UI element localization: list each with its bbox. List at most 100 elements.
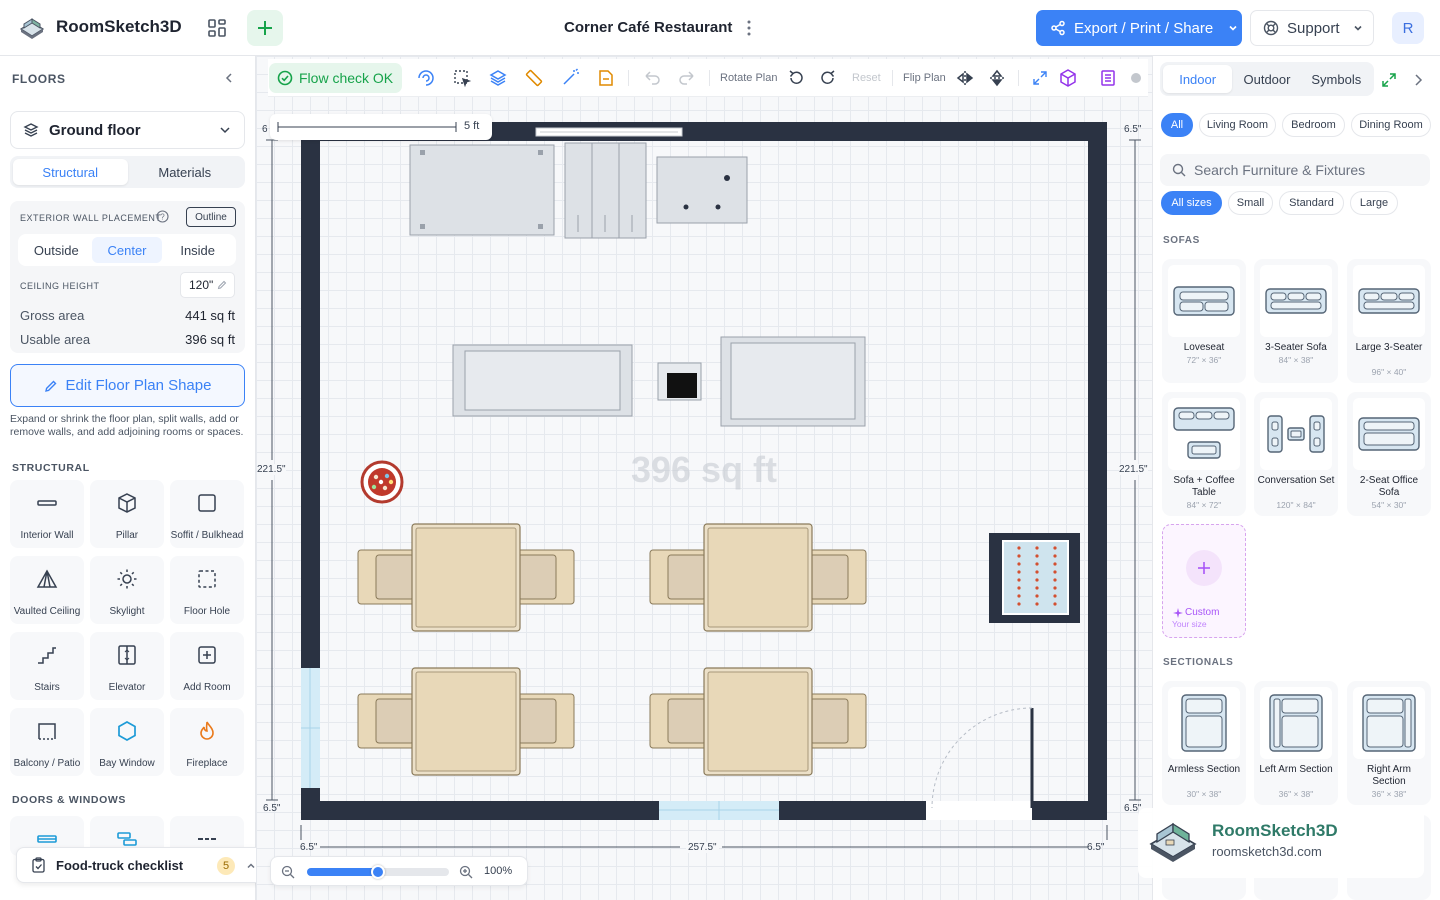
- document-title[interactable]: Corner Café Restaurant: [564, 19, 732, 36]
- redo-icon[interactable]: [677, 68, 697, 88]
- undo-icon[interactable]: [642, 68, 662, 88]
- clipboard-icon: [32, 857, 45, 873]
- room-chip-living[interactable]: Living Room: [1199, 113, 1276, 137]
- layers-toggle-icon[interactable]: [488, 68, 508, 88]
- info-icon[interactable]: ?: [156, 210, 169, 223]
- app-name: RoomSketch3D: [56, 17, 182, 36]
- more-options-icon[interactable]: [743, 18, 755, 38]
- reset-button[interactable]: Reset: [852, 72, 881, 84]
- tool-stairs[interactable]: Stairs: [10, 632, 84, 700]
- floor-plan-drawing[interactable]: 396 sq ft: [256, 56, 1152, 900]
- tool-skylight[interactable]: Skylight: [90, 556, 164, 624]
- tool-interior-wall[interactable]: Interior Wall: [10, 480, 84, 548]
- tool-pillar[interactable]: Pillar: [90, 480, 164, 548]
- collapse-panel-icon[interactable]: [222, 71, 236, 85]
- export-print-share-button[interactable]: Export / Print / Share: [1036, 10, 1242, 46]
- furniture-card-loveseat[interactable]: Loveseat 72" × 36": [1162, 259, 1246, 383]
- view-3d-icon[interactable]: [1058, 68, 1078, 88]
- size-chip-standard[interactable]: Standard: [1279, 191, 1344, 215]
- status-dot: [1131, 73, 1141, 83]
- furniture-card-right-arm-section[interactable]: Right Arm Section 36" × 38": [1347, 681, 1431, 805]
- placement-outside[interactable]: Outside: [21, 237, 92, 263]
- pencil-icon: [218, 280, 227, 290]
- support-label: Support: [1287, 19, 1340, 37]
- floor-name: Ground floor: [49, 121, 141, 139]
- room-area-label: 396 sq ft: [631, 449, 777, 490]
- checklist-count-badge: 5: [217, 857, 235, 875]
- magic-wand-icon[interactable]: [560, 68, 580, 88]
- tool-label: Stairs: [34, 681, 60, 693]
- flip-vertical-icon[interactable]: [987, 68, 1007, 88]
- tab-structural[interactable]: Structural: [13, 159, 128, 185]
- furniture-card-left-arm-section[interactable]: Left Arm Section 36" × 38": [1254, 681, 1338, 805]
- tool-fireplace[interactable]: Fireplace: [170, 708, 244, 776]
- tool-add-room[interactable]: Add Room: [170, 632, 244, 700]
- sofa-large-icon: [1353, 265, 1425, 337]
- tool-balcony-patio[interactable]: Balcony / Patio: [10, 708, 84, 776]
- tab-symbols[interactable]: Symbols: [1302, 65, 1371, 93]
- zoom-slider-handle[interactable]: [371, 865, 385, 879]
- furniture-card-large-3-seater[interactable]: Large 3-Seater 96" × 40": [1347, 259, 1431, 383]
- placement-center[interactable]: Center: [91, 237, 163, 263]
- watermark-logo-icon: [1148, 820, 1198, 862]
- ceiling-height-value: 120": [189, 278, 214, 292]
- select-area-icon[interactable]: [452, 68, 472, 88]
- tab-materials[interactable]: Materials: [128, 159, 243, 185]
- expand-panel-icon[interactable]: [1381, 72, 1397, 88]
- room-chip-bedroom[interactable]: Bedroom: [1282, 113, 1345, 137]
- size-chip-small[interactable]: Small: [1228, 191, 1273, 215]
- flow-check-status[interactable]: Flow check OK: [269, 63, 402, 93]
- floor-selector[interactable]: Ground floor: [10, 111, 245, 149]
- stairs-icon: [34, 642, 60, 668]
- building-icon[interactable]: [1098, 68, 1118, 88]
- furniture-card-2-seat-office-sofa[interactable]: 2-Seat Office Sofa 54" × 30": [1347, 392, 1431, 516]
- card-dims: 54" × 30": [1371, 500, 1407, 510]
- outline-button[interactable]: Outline: [186, 207, 236, 227]
- add-new-plan-button[interactable]: [247, 10, 283, 46]
- chevron-right-icon[interactable]: [1412, 72, 1424, 88]
- room-chip-all[interactable]: All: [1161, 113, 1193, 137]
- zoom-out-icon[interactable]: [281, 865, 295, 879]
- app-logo-icon[interactable]: [18, 14, 46, 42]
- zoom-value: 100%: [484, 865, 513, 877]
- zoom-in-icon[interactable]: [459, 865, 473, 879]
- food-truck-checklist[interactable]: Food-truck checklist 5: [16, 847, 264, 883]
- tab-indoor[interactable]: Indoor: [1163, 65, 1233, 93]
- magic-select-icon[interactable]: [416, 68, 436, 88]
- placement-inside[interactable]: Inside: [162, 237, 233, 263]
- tool-vaulted-ceiling[interactable]: Vaulted Ceiling: [10, 556, 84, 624]
- layers-icon: [23, 123, 39, 137]
- rotate-left-icon[interactable]: [786, 68, 806, 88]
- edit-floor-plan-shape-button[interactable]: Edit Floor Plan Shape: [10, 364, 245, 407]
- ceiling-height-input[interactable]: 120": [180, 272, 235, 298]
- custom-size-card[interactable]: Custom Your size: [1162, 524, 1246, 638]
- furniture-search-input[interactable]: Search Furniture & Fixtures: [1160, 154, 1430, 186]
- tool-bay-window[interactable]: Bay Window: [90, 708, 164, 776]
- rotate-right-icon[interactable]: [818, 68, 838, 88]
- tool-label: Add Room: [183, 681, 231, 693]
- card-dims: 30" × 38": [1186, 789, 1222, 799]
- tool-elevator[interactable]: Elevator: [90, 632, 164, 700]
- card-name: Armless Section: [1167, 764, 1241, 775]
- floors-heading: FLOORS: [12, 72, 66, 86]
- tool-soffit[interactable]: Soffit / Bulkhead: [170, 480, 244, 548]
- notes-icon[interactable]: [596, 68, 616, 88]
- zoom-slider-track[interactable]: [307, 865, 449, 879]
- support-button[interactable]: Support: [1250, 10, 1374, 46]
- floor-plan-canvas[interactable]: 396 sq ft 6 6.5" 221.5" 221.5" 6.5" 6.5"…: [256, 56, 1152, 900]
- user-avatar[interactable]: R: [1392, 12, 1424, 44]
- room-chip-dining[interactable]: Dining Room: [1351, 113, 1431, 137]
- furniture-card-3-seater-sofa[interactable]: 3-Seater Sofa 84" × 38": [1254, 259, 1338, 383]
- size-chip-all[interactable]: All sizes: [1161, 191, 1222, 215]
- usable-area-value: 396 sq ft: [185, 332, 235, 347]
- flip-horizontal-icon[interactable]: [955, 68, 975, 88]
- tool-floor-hole[interactable]: Floor Hole: [170, 556, 244, 624]
- furniture-card-armless-section[interactable]: Armless Section 30" × 38": [1162, 681, 1246, 805]
- furniture-card-sofa-coffee-table[interactable]: Sofa + Coffee Table 84" × 72": [1162, 392, 1246, 516]
- tab-outdoor[interactable]: Outdoor: [1232, 65, 1301, 93]
- furniture-card-conversation-set[interactable]: Conversation Set 120" × 84": [1254, 392, 1338, 516]
- dashboard-grid-icon[interactable]: [199, 10, 235, 46]
- fit-to-screen-icon[interactable]: [1030, 68, 1050, 88]
- size-chip-large[interactable]: Large: [1350, 191, 1398, 215]
- measure-icon[interactable]: [524, 68, 544, 88]
